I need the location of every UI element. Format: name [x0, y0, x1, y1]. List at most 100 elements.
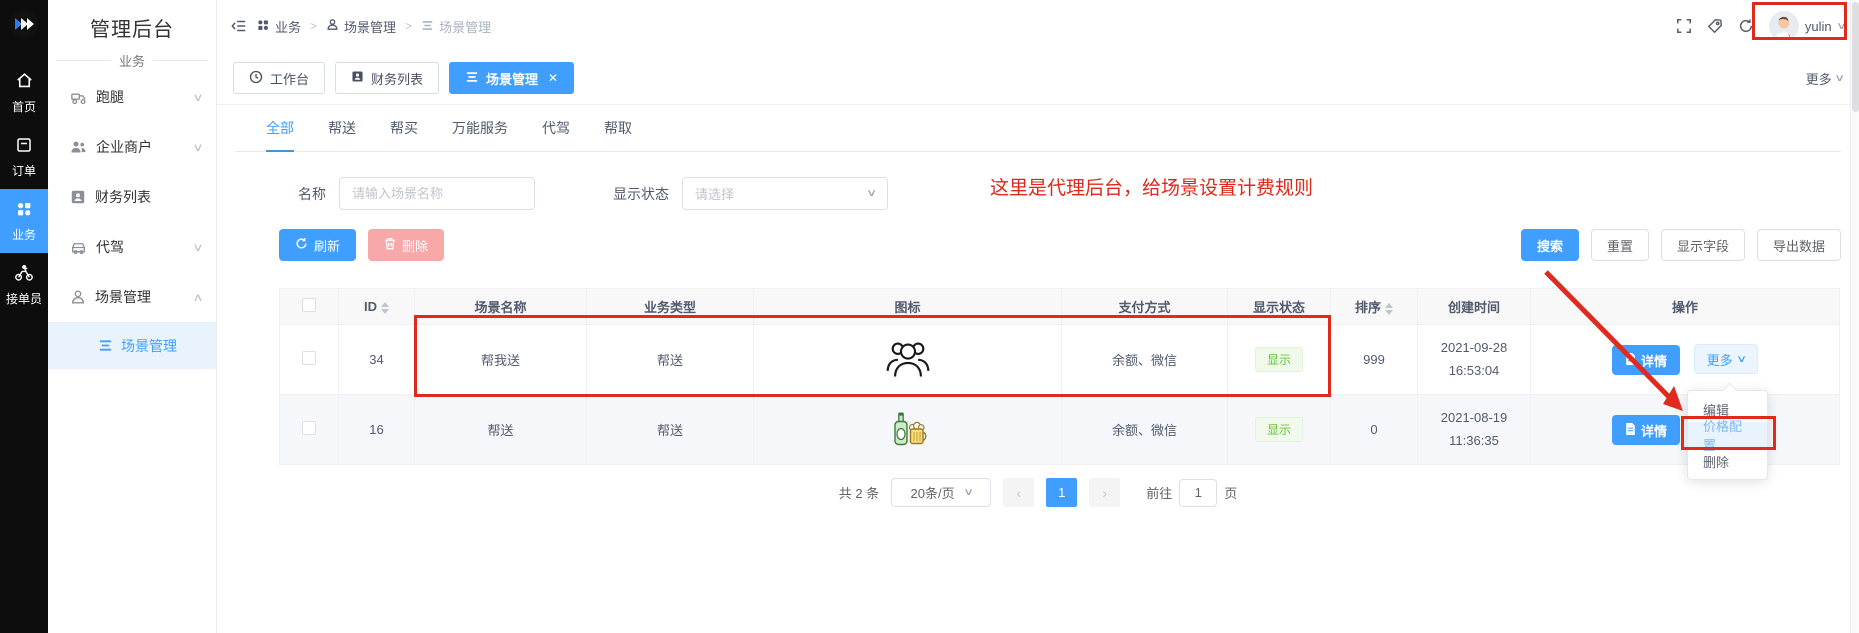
sort-icon[interactable] — [1385, 303, 1393, 315]
pagination: 共 2 条 20条/页 ∨ ‹ 1 › 前往 页 — [235, 478, 1841, 507]
row-checkbox[interactable] — [302, 351, 316, 365]
sidebar-item-driving[interactable]: 代驾 ∨ — [48, 222, 216, 272]
next-page-button[interactable]: › — [1089, 478, 1120, 507]
tabs-more-button[interactable]: 更多 ∨ — [1806, 69, 1843, 88]
rail-item-label: 接单员 — [6, 290, 42, 307]
content-panel: 全部 帮送 帮买 万能服务 代驾 帮取 名称 显示状态 请选择 ∨ 刷新 — [217, 105, 1859, 633]
col-created: 创建时间 — [1418, 289, 1531, 325]
chevron-down-icon: ∨ — [1736, 354, 1747, 365]
filter-tabs: 全部 帮送 帮买 万能服务 代驾 帮取 — [235, 105, 1841, 152]
cell-scene-name: 帮我送 — [415, 325, 587, 395]
cell-created: 2021-09-2816:53:04 — [1418, 325, 1531, 395]
tab-workbench[interactable]: 工作台 — [233, 62, 325, 94]
theme-tag-icon[interactable] — [1707, 18, 1723, 34]
refresh-icon[interactable] — [1738, 18, 1754, 34]
refresh-icon — [295, 237, 308, 253]
topbar-actions: yulin ∨ — [1676, 11, 1845, 41]
row-checkbox[interactable] — [302, 421, 316, 435]
collapse-sidebar-icon[interactable] — [231, 19, 247, 33]
clock-icon — [249, 70, 263, 87]
rail-item-orders[interactable]: 订单 — [0, 125, 48, 189]
rail-item-label: 业务 — [12, 226, 36, 243]
dropdown-item-price-config[interactable]: 价格配置 — [1688, 422, 1767, 448]
filter-tab-bangqu[interactable]: 帮取 — [604, 105, 632, 151]
scrollbar-thumb[interactable] — [1852, 2, 1859, 112]
col-display-status: 显示状态 — [1228, 289, 1331, 325]
sort-icon[interactable] — [381, 302, 389, 314]
rail-item-business[interactable]: 业务 — [0, 189, 48, 253]
dropdown-item-delete[interactable]: 删除 — [1688, 448, 1767, 474]
table-actions-group: 搜索 重置 显示字段 导出数据 — [1521, 229, 1841, 261]
chevron-down-icon: ∨ — [192, 141, 203, 154]
cell-icon — [754, 395, 1062, 465]
col-id[interactable]: ID — [339, 289, 415, 325]
select-all-header — [280, 289, 339, 325]
people-group-icon — [884, 367, 932, 382]
more-button[interactable]: 更多 ∨ — [1694, 344, 1758, 374]
col-business-type: 业务类型 — [587, 289, 754, 325]
app-logo-icon[interactable] — [9, 9, 39, 44]
refresh-button[interactable]: 刷新 — [279, 229, 356, 261]
scooter-icon — [70, 90, 87, 105]
detail-button[interactable]: 详情 — [1612, 345, 1680, 375]
filter-tab-bangmai[interactable]: 帮买 — [390, 105, 418, 151]
page-size-select[interactable]: 20条/页 ∨ — [891, 478, 991, 507]
breadcrumb-item-business[interactable]: 业务 — [256, 17, 301, 36]
chevron-up-icon: ∧ — [192, 291, 203, 304]
col-sort[interactable]: 排序 — [1331, 289, 1418, 325]
trash-icon — [384, 237, 396, 253]
sidebar-item-label: 企业商户 — [96, 137, 152, 157]
person-icon — [70, 289, 86, 305]
filter-tab-daijia[interactable]: 代驾 — [542, 105, 570, 151]
app-window: 首页 订单 业务 接单员 管理后台 业务 跑腿 ∨ 企业商户 ∨ — [0, 0, 1859, 633]
chevron-down-icon: ∨ — [192, 91, 203, 104]
cell-sort: 999 — [1331, 325, 1418, 395]
sidebar-item-merchants[interactable]: 企业商户 ∨ — [48, 122, 216, 172]
search-button[interactable]: 搜索 — [1521, 229, 1579, 261]
sidebar-item-errand[interactable]: 跑腿 ∨ — [48, 72, 216, 122]
select-all-checkbox[interactable] — [302, 298, 316, 312]
show-columns-button[interactable]: 显示字段 — [1661, 229, 1745, 261]
tab-finance[interactable]: 财务列表 — [335, 62, 439, 94]
page-number-button[interactable]: 1 — [1046, 478, 1077, 507]
filter-tab-universal[interactable]: 万能服务 — [452, 105, 508, 151]
finance-doc-icon — [351, 70, 364, 86]
reset-button[interactable]: 重置 — [1591, 229, 1649, 261]
table-header-row: ID 场景名称 业务类型 图标 支付方式 显示状态 排序 创建时间 操作 — [280, 289, 1840, 325]
status-label: 显示状态 — [613, 184, 669, 204]
chevron-down-icon: ∨ — [1836, 21, 1847, 32]
status-badge: 显示 — [1255, 347, 1303, 372]
main-area: 业务 > 场景管理 > 场景管理 yulin — [217, 0, 1859, 633]
sidebar-item-scenes[interactable]: 场景管理 ∧ — [48, 272, 216, 322]
cell-actions: 详情 更多 ∨ — [1531, 395, 1840, 465]
chevron-down-icon: ∨ — [963, 487, 974, 498]
sidebar-subitem-scene-management[interactable]: 场景管理 — [48, 322, 216, 369]
status-select[interactable]: 请选择 ∨ — [682, 177, 888, 210]
grid-icon — [15, 200, 33, 221]
delete-button[interactable]: 删除 — [368, 229, 444, 261]
car-icon — [70, 240, 87, 255]
rider-icon — [14, 264, 34, 285]
export-data-button[interactable]: 导出数据 — [1757, 229, 1841, 261]
rail-item-home[interactable]: 首页 — [0, 60, 48, 125]
app-title: 管理后台 — [48, 13, 216, 42]
breadcrumb: 业务 > 场景管理 > 场景管理 — [231, 17, 491, 36]
list-icon — [421, 19, 434, 34]
breadcrumb-separator: > — [310, 19, 317, 33]
detail-button[interactable]: 详情 — [1612, 415, 1680, 445]
goto-page-input[interactable] — [1179, 479, 1217, 507]
filter-tab-bangsong[interactable]: 帮送 — [328, 105, 356, 151]
prev-page-button[interactable]: ‹ — [1003, 478, 1034, 507]
close-icon[interactable]: ✕ — [548, 71, 558, 85]
total-count: 共 2 条 — [839, 483, 879, 502]
secondary-sidebar: 管理后台 业务 跑腿 ∨ 企业商户 ∨ 财务列表 代驾 ∨ 场景管理 ∧ 场 — [48, 0, 217, 633]
tab-scene-management[interactable]: 场景管理 ✕ — [449, 62, 574, 94]
fullscreen-icon[interactable] — [1676, 18, 1692, 34]
user-menu[interactable]: yulin ∨ — [1769, 11, 1845, 41]
finance-doc-icon — [70, 189, 86, 205]
breadcrumb-item-scene-mgmt[interactable]: 场景管理 — [326, 17, 396, 36]
filter-tab-all[interactable]: 全部 — [266, 105, 294, 151]
scene-name-input[interactable] — [339, 177, 535, 210]
sidebar-item-finance[interactable]: 财务列表 — [48, 172, 216, 222]
rail-item-courier[interactable]: 接单员 — [0, 253, 48, 317]
